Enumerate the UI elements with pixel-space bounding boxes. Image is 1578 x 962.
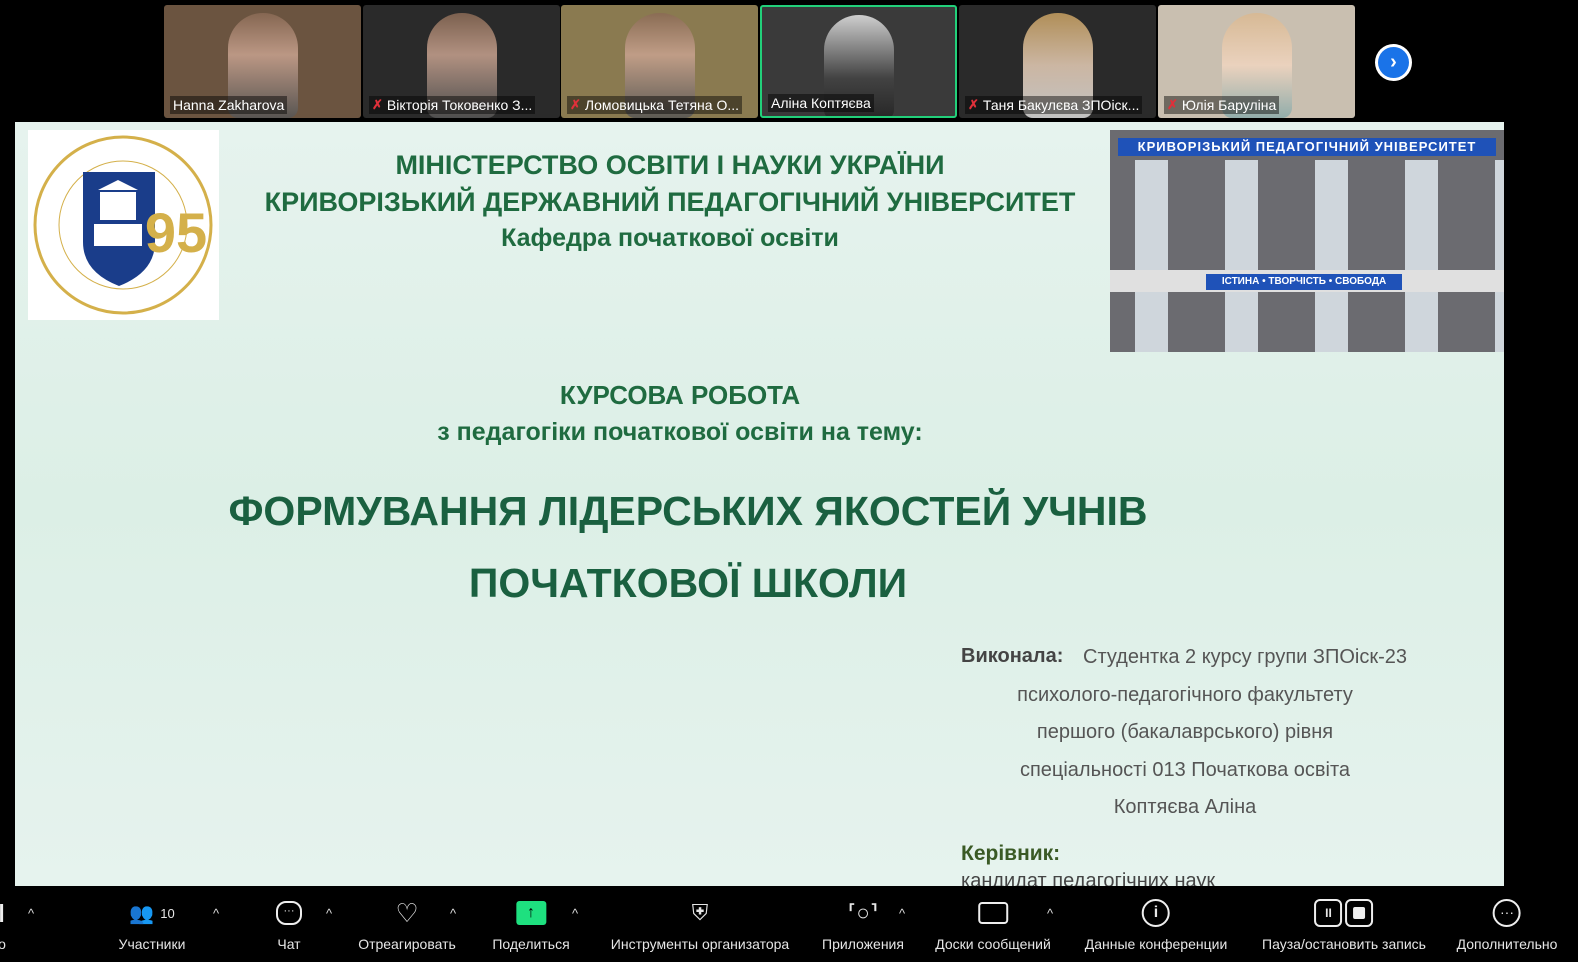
apps-options-caret[interactable]: ^: [899, 906, 905, 921]
video-tile-active-speaker[interactable]: Аліна Коптяєва: [760, 5, 957, 118]
share-screen-button[interactable]: ↑ Поделиться: [492, 886, 570, 962]
video-options-caret[interactable]: ^: [28, 906, 34, 921]
mic-muted-icon: ✗: [372, 97, 383, 112]
camera-icon: [0, 904, 4, 922]
participants-icon: 👥: [129, 902, 155, 925]
next-page-button[interactable]: ›: [1375, 44, 1412, 81]
participant-name: Ломовицька Тетяна О...: [584, 97, 740, 113]
share-label: Поделиться: [492, 936, 570, 952]
author-line: першого (бакалаврського) рівня: [1036, 721, 1334, 743]
work-type: КУРСОВА РОБОТА: [559, 380, 801, 410]
university-logo: 95: [28, 130, 219, 320]
record-pause-stop-button[interactable]: II Пауза/остановить запись: [1262, 886, 1426, 962]
author-label: Виконала:: [961, 645, 1064, 667]
whiteboards-options-caret[interactable]: ^: [1047, 906, 1053, 921]
department-heading: Кафедра початкової освіти: [501, 224, 839, 252]
participant-name: Вікторія Токовенко З...: [386, 97, 533, 113]
apps-icon: ⸢○⸣: [847, 900, 879, 925]
video-tile[interactable]: ✗ Вікторія Токовенко З...: [363, 5, 560, 118]
mic-muted-icon: ✗: [968, 97, 979, 112]
thesis-title-line1: ФОРМУВАННЯ ЛІДЕРСЬКИХ ЯКОСТЕЙ УЧНІВ: [228, 488, 1148, 534]
chat-button[interactable]: ··· Чат: [276, 886, 302, 962]
participant-name: Таня Бакулєва ЗПОіск...: [982, 97, 1140, 113]
participants-count: 10: [160, 905, 175, 921]
whiteboards-label: Доски сообщений: [935, 936, 1051, 952]
meeting-info-button[interactable]: i Данные конференции: [1084, 886, 1228, 962]
supervisor-line: кандидат педагогічних наук: [961, 870, 1216, 886]
author-line: Студентка 2 курсу групи ЗПОіск-23: [1083, 646, 1408, 668]
video-tile[interactable]: ✗ Таня Бакулєва ЗПОіск...: [959, 5, 1156, 118]
building-motto: ІСТИНА • ТВОРЧІСТЬ • СВОБОДА: [1206, 274, 1402, 290]
shared-screen: 95 МІНІСТЕРСТВО ОСВІТИ І НАУКИ УКРАЇНИ К…: [15, 122, 1504, 886]
work-subject: з педагогіки початкової освіти на тему:: [437, 418, 923, 446]
apps-button[interactable]: ⸢○⸣ Приложения: [822, 886, 904, 962]
more-label: Дополнительно: [1456, 936, 1558, 952]
video-tile[interactable]: ✗ Ломовицька Тетяна О...: [561, 5, 758, 118]
chevron-right-icon: ›: [1378, 47, 1409, 78]
react-button[interactable]: ♡ Отреагировать: [358, 886, 456, 962]
chat-icon: ···: [276, 901, 302, 925]
shield-icon: ⛨: [691, 900, 709, 925]
author-line: психолого-педагогічного факультету: [1017, 684, 1353, 706]
building-sign: КРИВОРІЗЬКИЙ ПЕДАГОГІЧНИЙ УНІВЕРСИТЕТ: [1118, 138, 1496, 156]
mic-muted-icon: ✗: [570, 97, 581, 112]
video-tile[interactable]: ✗ Юлія Баруліна: [1158, 5, 1355, 118]
university-heading: КРИВОРІЗЬКИЙ ДЕРЖАВНИЙ ПЕДАГОГІЧНИЙ УНІВ…: [264, 187, 1076, 217]
chat-options-caret[interactable]: ^: [326, 906, 332, 921]
apps-label: Приложения: [822, 936, 904, 952]
university-building-photo: КРИВОРІЗЬКИЙ ПЕДАГОГІЧНИЙ УНІВЕРСИТЕТ ІС…: [1110, 130, 1504, 352]
video-button[interactable]: о: [0, 886, 6, 962]
participant-name: Аліна Коптяєва: [771, 95, 871, 111]
react-label: Отреагировать: [358, 936, 456, 952]
supervisor-label: Керівник:: [961, 842, 1061, 865]
pause-icon: II: [1314, 899, 1343, 927]
stop-icon: [1345, 899, 1374, 927]
thesis-title-line2: ПОЧАТКОВОЇ ШКОЛИ: [468, 560, 908, 606]
react-options-caret[interactable]: ^: [450, 906, 456, 921]
record-label: Пауза/остановить запись: [1262, 936, 1426, 952]
svg-text:95: 95: [145, 201, 207, 264]
mic-muted-icon: ✗: [1167, 97, 1178, 112]
heart-icon: ♡: [395, 897, 419, 928]
participants-button[interactable]: 👥 10 Участники: [119, 886, 186, 962]
participants-options-caret[interactable]: ^: [213, 906, 219, 921]
video-label: о: [0, 936, 6, 952]
more-button[interactable]: ··· Дополнительно: [1456, 886, 1558, 962]
share-arrow-up-icon: ↑: [516, 901, 546, 925]
author-line: спеціальності 013 Початкова освіта: [1019, 759, 1351, 781]
author-name: Коптяєва Аліна: [1113, 796, 1257, 818]
host-tools-button[interactable]: ⛨ Инструменты организатора: [611, 886, 789, 962]
host-tools-label: Инструменты организатора: [610, 936, 790, 952]
whiteboards-button[interactable]: Доски сообщений: [935, 886, 1051, 962]
chat-label: Чат: [277, 936, 301, 952]
participant-name: Hanna Zakharova: [173, 97, 285, 113]
whiteboard-icon: [978, 902, 1008, 924]
participants-label: Участники: [118, 936, 186, 952]
share-options-caret[interactable]: ^: [572, 906, 578, 921]
more-dots-icon: ···: [1492, 899, 1521, 927]
info-icon: i: [1141, 899, 1170, 927]
video-tile[interactable]: Hanna Zakharova: [164, 5, 361, 118]
ministry-heading: МІНІСТЕРСТВО ОСВІТИ І НАУКИ УКРАЇНИ: [395, 150, 945, 180]
participant-name: Юлія Баруліна: [1181, 97, 1277, 113]
meeting-toolbar: о ^ 👥 10 Участники ^ ··· Чат ^ ♡ Отреагирова…: [0, 886, 1578, 962]
meeting-info-label: Данные конференции: [1084, 936, 1228, 952]
